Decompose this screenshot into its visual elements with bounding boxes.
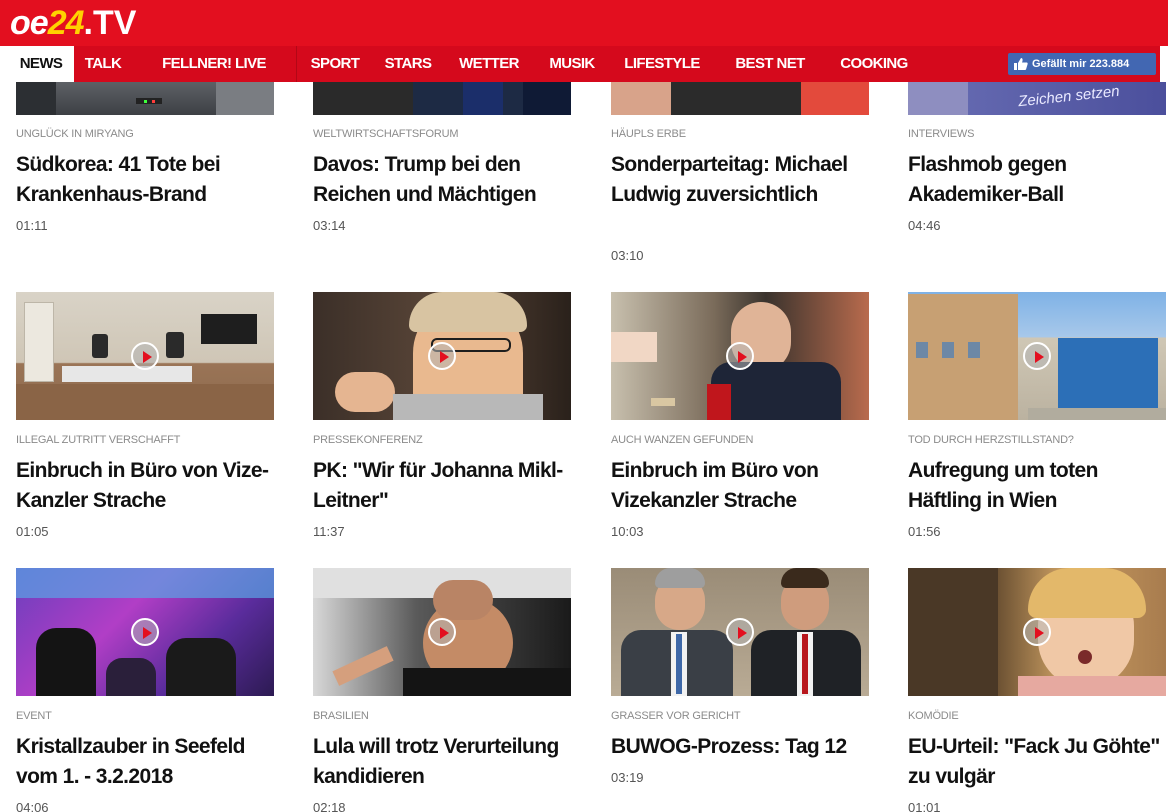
video-grid: UNGLÜCK IN MIRYANG Südkorea: 41 Tote bei… xyxy=(0,82,1168,812)
video-kicker: ILLEGAL ZUTRITT VERSCHAFFT xyxy=(16,434,181,446)
play-icon[interactable] xyxy=(1023,618,1051,646)
video-kicker: PRESSEKONFERENZ xyxy=(313,434,423,446)
video-duration: 01:11 xyxy=(16,218,48,233)
video-duration: 01:05 xyxy=(16,524,49,539)
video-title[interactable]: Lula will trotz Verurteilung kandidieren xyxy=(313,732,575,792)
video-kicker: GRASSER VOR GERICHT xyxy=(611,710,741,722)
video-duration: 03:10 xyxy=(611,248,644,263)
video-thumbnail[interactable] xyxy=(313,568,571,696)
video-kicker: TOD DURCH HERZSTILLSTAND? xyxy=(908,434,1074,446)
nav-item-musik[interactable]: MUSIK xyxy=(535,46,609,82)
video-title[interactable]: Sonderparteitag: Michael Ludwig zuversic… xyxy=(611,150,873,210)
play-icon[interactable] xyxy=(428,618,456,646)
nav-item-fellner-live[interactable]: FELLNER! LIVE xyxy=(132,46,296,82)
banner-text: Zeichen setzen xyxy=(1017,82,1121,111)
video-thumbnail[interactable] xyxy=(908,568,1166,696)
nav-item-best-net[interactable]: BEST NET xyxy=(715,46,825,82)
video-thumbnail[interactable] xyxy=(16,292,274,420)
video-duration: 04:46 xyxy=(908,218,941,233)
video-title[interactable]: Kristallzauber in Seefeld vom 1. - 3.2.2… xyxy=(16,732,278,792)
logo-text-tv: .TV xyxy=(83,4,137,42)
thumbs-up-icon xyxy=(1014,58,1028,70)
video-kicker: BRASILIEN xyxy=(313,710,369,722)
nav-item-lifestyle[interactable]: LIFESTYLE xyxy=(609,46,715,82)
video-thumbnail[interactable] xyxy=(313,82,571,115)
video-title[interactable]: EU-Urteil: "Fack Ju Göhte" zu vulgär xyxy=(908,732,1168,792)
video-thumbnail[interactable] xyxy=(313,292,571,420)
nav-item-wetter[interactable]: WETTER xyxy=(443,46,535,82)
video-duration: 02:18 xyxy=(313,800,346,812)
play-icon[interactable] xyxy=(131,342,159,370)
oe24-tv-logo[interactable]: oe 24 .TV xyxy=(10,3,136,43)
video-thumbnail[interactable] xyxy=(611,82,869,115)
nav-item-stars[interactable]: STARS xyxy=(373,46,443,82)
video-duration: 04:06 xyxy=(16,800,49,812)
video-kicker: UNGLÜCK IN MIRYANG xyxy=(16,128,134,140)
video-thumbnail[interactable] xyxy=(908,292,1166,420)
video-title[interactable]: Einbruch im Büro von Vizekanzler Strache xyxy=(611,456,873,516)
video-duration: 11:37 xyxy=(313,524,345,539)
play-icon[interactable] xyxy=(1023,342,1051,370)
video-thumbnail[interactable] xyxy=(611,568,869,696)
video-duration: 01:01 xyxy=(908,800,941,812)
video-duration: 01:56 xyxy=(908,524,941,539)
nav-item-sport[interactable]: SPORT xyxy=(297,46,373,82)
nav-item-news[interactable]: NEWS xyxy=(8,46,74,82)
video-kicker: KOMÖDIE xyxy=(908,710,959,722)
video-thumbnail[interactable] xyxy=(16,82,274,115)
video-thumbnail[interactable] xyxy=(611,292,869,420)
play-icon[interactable] xyxy=(726,342,754,370)
facebook-like-button[interactable]: Gefällt mir 223.884 xyxy=(1008,53,1156,75)
video-title[interactable]: PK: "Wir für Johanna Mikl-Leitner" xyxy=(313,456,575,516)
nav-item-talk[interactable]: TALK xyxy=(74,46,132,82)
video-title[interactable]: Aufregung um toten Häftling in Wien xyxy=(908,456,1168,516)
play-icon[interactable] xyxy=(131,618,159,646)
logo-text-24: 24 xyxy=(47,4,85,42)
video-kicker: AUCH WANZEN GEFUNDEN xyxy=(611,434,754,446)
video-duration: 03:14 xyxy=(313,218,346,233)
logo-text-oe: oe xyxy=(10,4,49,42)
play-icon[interactable] xyxy=(428,342,456,370)
video-thumbnail[interactable]: Zeichen setzen xyxy=(908,82,1166,115)
video-title[interactable]: Einbruch in Büro von Vize-Kanzler Strach… xyxy=(16,456,278,516)
video-kicker: HÄUPLS ERBE xyxy=(611,128,686,140)
video-duration: 03:19 xyxy=(611,770,644,785)
video-kicker: EVENT xyxy=(16,710,52,722)
video-title[interactable]: Südkorea: 41 Tote bei Krankenhaus-Brand xyxy=(16,150,278,210)
nav-item-cooking[interactable]: COOKING xyxy=(825,46,923,82)
play-icon[interactable] xyxy=(726,618,754,646)
main-navigation: NEWS TALK FELLNER! LIVE SPORT STARS WETT… xyxy=(8,46,1160,82)
video-kicker: INTERVIEWS xyxy=(908,128,975,140)
video-title[interactable]: BUWOG-Prozess: Tag 12 xyxy=(611,732,873,762)
site-header: oe 24 .TV xyxy=(0,0,1168,46)
video-kicker: WELTWIRTSCHAFTSFORUM xyxy=(313,128,459,140)
video-thumbnail[interactable] xyxy=(16,568,274,696)
video-duration: 10:03 xyxy=(611,524,644,539)
video-title[interactable]: Davos: Trump bei den Reichen und Mächtig… xyxy=(313,150,575,210)
video-title[interactable]: Flashmob gegen Akademiker-Ball xyxy=(908,150,1168,210)
like-count-label: Gefällt mir 223.884 xyxy=(1032,58,1130,70)
